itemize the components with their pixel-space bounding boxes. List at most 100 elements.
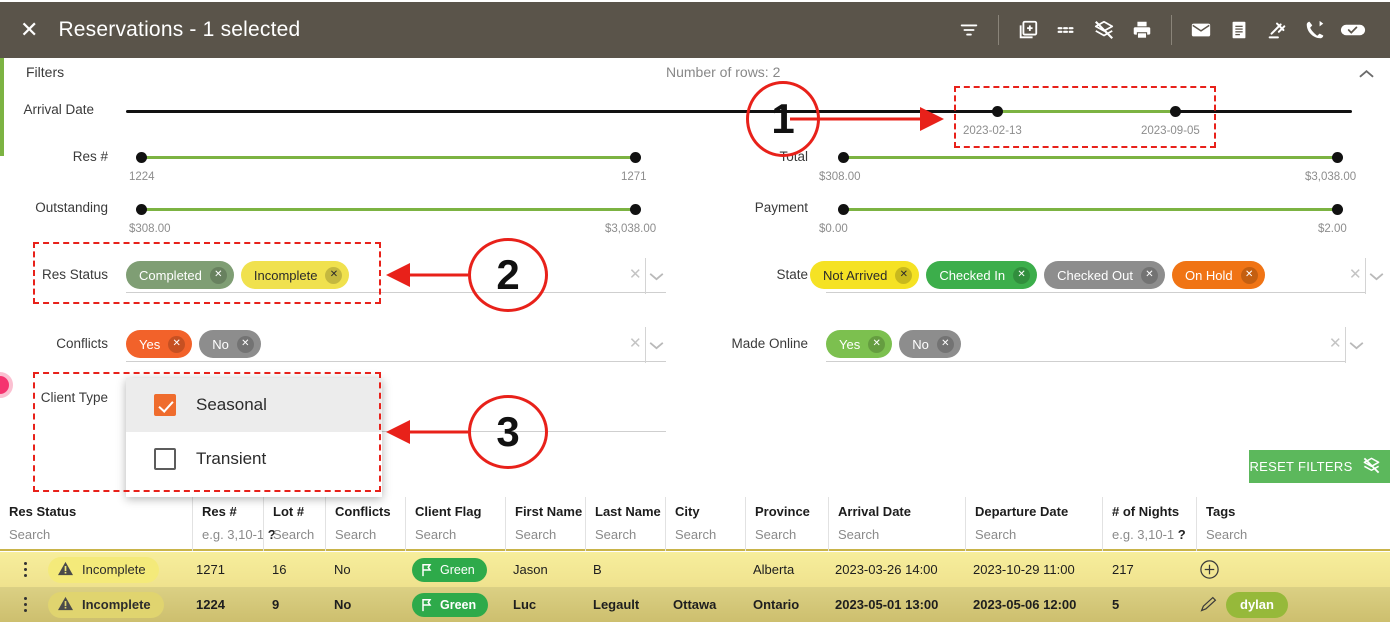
table-row[interactable]: Incomplete 1271 16 No Green Jason B Albe… (0, 552, 1390, 587)
chip-completed[interactable]: Completed ✕ (126, 261, 234, 289)
chip-remove-icon[interactable]: ✕ (168, 335, 186, 353)
total-slider-track[interactable] (842, 156, 1338, 159)
column-tags[interactable]: Tags Search (1196, 497, 1390, 551)
column-arrival-date[interactable]: Arrival Date Search (828, 497, 965, 551)
chip-remove-icon[interactable]: ✕ (868, 335, 886, 353)
chip-remove-icon[interactable]: ✕ (936, 335, 954, 353)
search-input[interactable]: Search (335, 527, 376, 542)
outstanding-slider-knob-min[interactable] (136, 204, 147, 215)
search-input[interactable]: Search (595, 527, 636, 542)
chip-remove-icon[interactable]: ✕ (895, 266, 913, 284)
made-online-clear-icon[interactable]: ✕ (1329, 334, 1342, 352)
client-type-dropdown[interactable]: Seasonal Transient (126, 378, 382, 497)
res-number-slider-track[interactable] (140, 156, 636, 159)
outstanding-slider-knob-max[interactable] (630, 204, 641, 215)
cell-last-name: Legault (593, 597, 640, 612)
chip-on-hold[interactable]: On Hold ✕ (1171, 261, 1265, 289)
state-chip-group[interactable]: Not Arrived ✕ Checked In ✕ Checked Out ✕… (810, 261, 1272, 289)
res-number-slider-knob-max[interactable] (630, 152, 641, 163)
column-conflicts[interactable]: Conflicts Search (325, 497, 405, 551)
dropdown-option-transient[interactable]: Transient (126, 432, 382, 486)
res-status-chevron-down-icon[interactable] (649, 268, 664, 286)
chip-remove-icon[interactable]: ✕ (1140, 266, 1158, 284)
note-icon[interactable] (1220, 10, 1258, 50)
conflicts-chip-group[interactable]: Yes ✕ No ✕ (126, 330, 268, 358)
conflicts-chevron-down-icon[interactable] (649, 337, 664, 355)
checkbox-unchecked-icon[interactable] (154, 448, 176, 470)
filter-icon[interactable] (950, 10, 988, 50)
search-input[interactable]: Search (755, 527, 796, 542)
made-online-chevron-down-icon[interactable] (1349, 337, 1364, 355)
chip-remove-icon[interactable]: ✕ (1013, 266, 1031, 284)
state-chevron-down-icon[interactable] (1369, 268, 1384, 286)
chip-checked-out[interactable]: Checked Out ✕ (1044, 261, 1165, 289)
gavel-icon[interactable] (1258, 10, 1296, 50)
flag-label: Green (440, 562, 475, 577)
phone-forward-icon[interactable] (1296, 10, 1334, 50)
search-input[interactable]: Search (515, 527, 556, 542)
search-input[interactable]: Search (415, 527, 456, 542)
table-row[interactable]: Incomplete 1224 9 No Green Luc Legault O… (0, 587, 1390, 622)
conflicts-clear-icon[interactable]: ✕ (629, 334, 642, 352)
column-lot-number[interactable]: Lot # Search (263, 497, 325, 551)
payment-slider-knob-max[interactable] (1332, 204, 1343, 215)
tag-badge[interactable]: dylan (1226, 591, 1288, 618)
res-status-chip-group[interactable]: Completed ✕ Incomplete ✕ (126, 261, 356, 289)
reset-filters-button[interactable]: RESET FILTERS (1249, 450, 1390, 483)
column-res-number[interactable]: Res # e.g. 3,10-1 ? (192, 497, 276, 551)
cell-tags[interactable]: dylan (1226, 587, 1288, 622)
res-number-slider-knob-min[interactable] (136, 152, 147, 163)
add-tag-button[interactable] (1199, 552, 1220, 587)
payment-slider-track[interactable] (842, 208, 1338, 211)
column-first-name[interactable]: First Name Search (505, 497, 585, 551)
search-input[interactable]: Search (1206, 527, 1247, 542)
row-menu-icon[interactable] (24, 587, 27, 622)
total-slider-knob-min[interactable] (838, 152, 849, 163)
chip-conflicts-yes[interactable]: Yes ✕ (126, 330, 193, 358)
toggle-icon[interactable] (1334, 10, 1372, 50)
row-menu-icon[interactable] (24, 552, 27, 587)
chevron-up-icon[interactable] (1354, 62, 1378, 86)
column-departure-date[interactable]: Departure Date Search (965, 497, 1102, 551)
search-input[interactable]: Search (675, 527, 716, 542)
chip-not-arrived[interactable]: Not Arrived ✕ (810, 261, 920, 289)
column-client-flag[interactable]: Client Flag Search (405, 497, 505, 551)
column-res-status[interactable]: Res Status Search (0, 497, 192, 551)
dropdown-option-seasonal[interactable]: Seasonal (126, 378, 382, 432)
column-last-name[interactable]: Last Name Search (585, 497, 665, 551)
cell-lot-number: 16 (272, 562, 287, 577)
chip-remove-icon[interactable]: ✕ (209, 266, 227, 284)
print-icon[interactable] (1123, 10, 1161, 50)
mail-icon[interactable] (1182, 10, 1220, 50)
column-province[interactable]: Province Search (745, 497, 828, 551)
edit-tag-button[interactable] (1199, 587, 1218, 622)
chip-incomplete[interactable]: Incomplete ✕ (240, 261, 350, 289)
outstanding-slider-track[interactable] (140, 208, 636, 211)
close-icon[interactable]: ✕ (20, 19, 38, 41)
chip-remove-icon[interactable]: ✕ (236, 335, 254, 353)
made-online-chip-group[interactable]: Yes ✕ No ✕ (826, 330, 968, 358)
search-input[interactable]: Search (838, 527, 879, 542)
arrival-date-slider-knob-min[interactable] (992, 106, 1003, 117)
chip-remove-icon[interactable]: ✕ (325, 266, 343, 284)
arrival-date-slider-knob-max[interactable] (1170, 106, 1181, 117)
column-number-of-nights[interactable]: # of Nights e.g. 3,10-1 ? (1102, 497, 1196, 551)
add-copy-icon[interactable] (1009, 10, 1047, 50)
chip-remove-icon[interactable]: ✕ (1240, 266, 1258, 284)
res-status-clear-icon[interactable]: ✕ (629, 265, 642, 283)
payment-slider-knob-min[interactable] (838, 204, 849, 215)
state-clear-icon[interactable]: ✕ (1349, 265, 1362, 283)
chip-made-online-no[interactable]: No ✕ (899, 330, 961, 358)
chip-conflicts-no[interactable]: No ✕ (199, 330, 261, 358)
total-slider-knob-max[interactable] (1332, 152, 1343, 163)
search-input[interactable]: e.g. 3,10-1 ? (1112, 527, 1186, 542)
chip-made-online-yes[interactable]: Yes ✕ (826, 330, 893, 358)
search-input[interactable]: Search (9, 527, 50, 542)
checkbox-checked-icon[interactable] (154, 394, 176, 416)
search-input[interactable]: Search (273, 527, 314, 542)
chip-checked-in[interactable]: Checked In ✕ (926, 261, 1038, 289)
dashes-icon[interactable] (1047, 10, 1085, 50)
layers-off-icon[interactable] (1085, 10, 1123, 50)
column-city[interactable]: City Search (665, 497, 745, 551)
search-input[interactable]: Search (975, 527, 1016, 542)
